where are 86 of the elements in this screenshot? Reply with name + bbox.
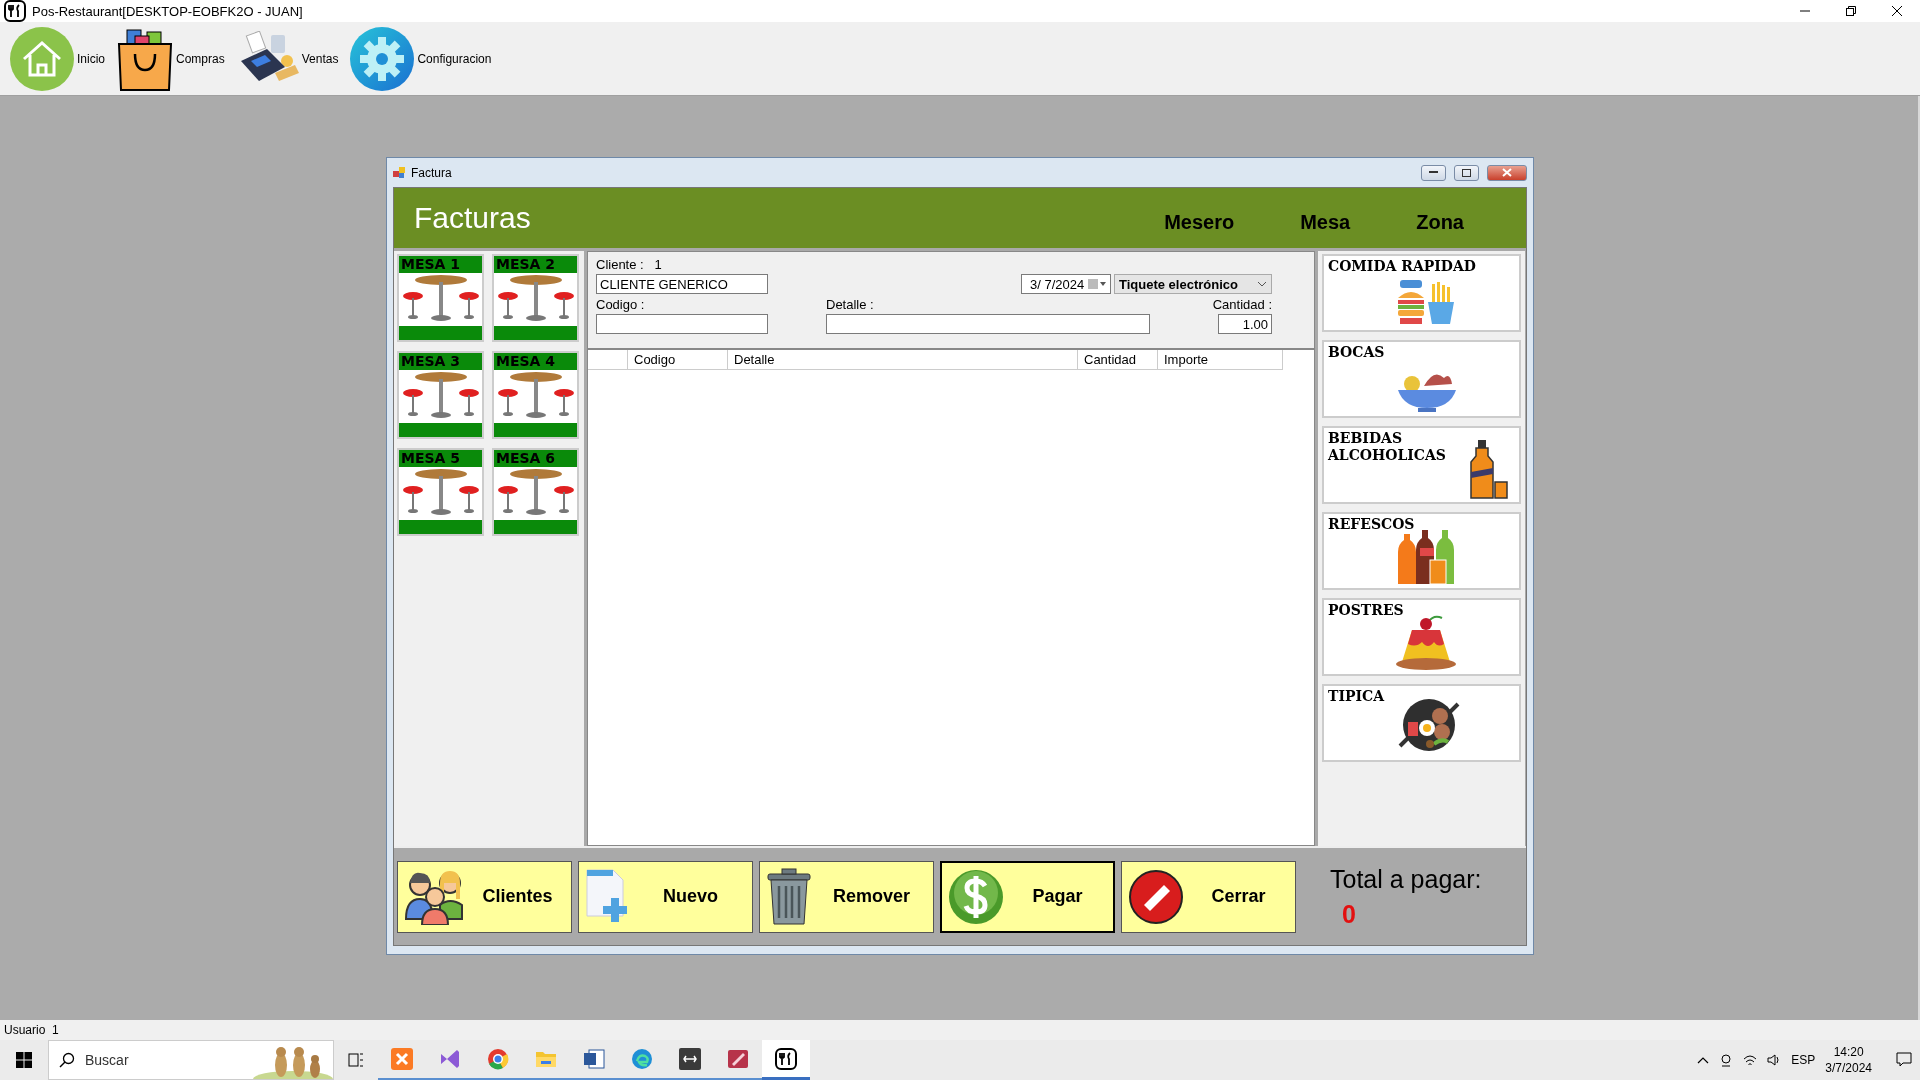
search-placeholder: Buscar: [85, 1052, 129, 1068]
category-button[interactable]: REFESCOS: [1322, 512, 1521, 590]
close-button[interactable]: [1487, 164, 1527, 181]
category-button[interactable]: BOCAS: [1322, 340, 1521, 418]
window-app-icon: [393, 166, 405, 179]
trash-icon: [766, 867, 812, 926]
cutlery-app-icon: [775, 1047, 797, 1070]
folder-icon: [535, 1049, 557, 1069]
dollar-icon: [948, 868, 1004, 925]
close-icon: [1892, 6, 1902, 16]
task-view-icon: [348, 1053, 364, 1067]
toolbar-button[interactable]: Configuracion: [350, 26, 500, 91]
header-label: Zona: [1416, 210, 1464, 234]
no-entry-icon: [1128, 868, 1184, 925]
windows-logo-icon: [16, 1052, 32, 1068]
date-picker[interactable]: 3/ 7/2024: [1021, 274, 1111, 294]
field-label: Cliente :: [596, 257, 644, 272]
toolbar-button[interactable]: Ventas: [236, 30, 347, 87]
table-tile[interactable]: MESA 5: [397, 448, 484, 536]
bottle-glass-icon: [1469, 440, 1509, 500]
window-title: Factura: [411, 165, 452, 180]
document-type-dropdown[interactable]: Tiquete electrónico: [1114, 274, 1272, 294]
minimize-icon: [1429, 171, 1438, 174]
pen-app-icon: [727, 1048, 749, 1070]
language-indicator[interactable]: ESP: [1791, 1053, 1816, 1067]
x-app-icon: [391, 1048, 413, 1070]
field-label: Detalle :: [826, 296, 875, 312]
column-header[interactable]: Detalle: [728, 350, 1078, 370]
minimize-button[interactable]: [1421, 164, 1446, 181]
terminal-app-icon: [679, 1048, 701, 1070]
total-label: Total a pagar:: [1330, 864, 1482, 894]
action-button[interactable]: Clientes: [397, 860, 572, 933]
calendar-dropdown-icon: [1088, 279, 1106, 289]
webcam-icon[interactable]: [1719, 1053, 1734, 1067]
maximize-button[interactable]: [1454, 164, 1479, 181]
client-field[interactable]: CLIENTE GENERICO: [596, 274, 768, 294]
cutlery-app-icon: [4, 0, 26, 22]
detail-field[interactable]: [826, 314, 1150, 334]
category-button[interactable]: TIPICA: [1322, 684, 1521, 762]
settings-icon: [350, 26, 415, 91]
search-icon: [59, 1052, 75, 1068]
category-button[interactable]: BEBIDAS ALCOHOLICAS: [1322, 426, 1521, 504]
total-amount: 0: [1341, 899, 1357, 929]
header-label: Mesa: [1300, 210, 1351, 234]
document-app-icon: [583, 1048, 605, 1070]
action-button[interactable]: Remover: [759, 860, 934, 933]
search-field[interactable]: Buscar: [48, 1040, 334, 1080]
restore-icon: [1846, 6, 1856, 16]
category-button[interactable]: POSTRES: [1322, 598, 1521, 676]
code-field[interactable]: [596, 314, 768, 334]
action-button[interactable]: Cerrar: [1121, 860, 1296, 933]
action-button[interactable]: Pagar: [940, 860, 1115, 933]
column-header[interactable]: Cantidad: [1078, 350, 1158, 370]
table-tile[interactable]: MESA 1: [397, 254, 484, 342]
column-header[interactable]: Codigo: [628, 350, 728, 370]
caret-icon[interactable]: [1697, 1056, 1710, 1064]
wifi-icon[interactable]: [1743, 1053, 1758, 1067]
people-icon: [404, 868, 466, 925]
status-text: Usuario 1: [4, 1023, 59, 1037]
client-id: 1: [654, 257, 662, 272]
page-heading: Facturas: [414, 201, 531, 235]
ribbon-app-icon: [439, 1048, 461, 1070]
volume-icon[interactable]: [1767, 1053, 1782, 1067]
notifications-icon[interactable]: [1896, 1052, 1912, 1068]
house-icon: [10, 26, 74, 91]
table-tile[interactable]: MESA 4: [492, 351, 579, 439]
wave-app-icon: [631, 1048, 653, 1070]
action-button[interactable]: Nuevo: [578, 860, 753, 933]
taskbar-app-button[interactable]: [762, 1040, 810, 1080]
toolbar-button[interactable]: Inicio: [10, 26, 113, 91]
chevron-icon: [1257, 281, 1267, 287]
category-button[interactable]: COMIDA RAPIDAD: [1322, 254, 1521, 332]
browser-icon: [487, 1048, 509, 1070]
header-label: Mesero: [1164, 210, 1235, 234]
field-label: Codigo :: [596, 296, 646, 312]
column-header[interactable]: Importe: [1158, 350, 1283, 370]
close-icon: [1502, 168, 1512, 177]
table-tile[interactable]: MESA 6: [492, 448, 579, 536]
clock[interactable]: 14:20 3/7/2024: [1825, 1044, 1872, 1076]
table-tile[interactable]: MESA 3: [397, 351, 484, 439]
toolbar-button[interactable]: Compras: [117, 25, 233, 92]
app-title: Pos-Restaurant[DESKTOP-EOBFK2O - JUAN]: [32, 3, 303, 19]
quantity-field[interactable]: 1.00: [1218, 314, 1272, 334]
field-label: Cantidad :: [1212, 296, 1272, 312]
maximize-icon: [1462, 168, 1471, 177]
table-tile[interactable]: MESA 2: [492, 254, 579, 342]
